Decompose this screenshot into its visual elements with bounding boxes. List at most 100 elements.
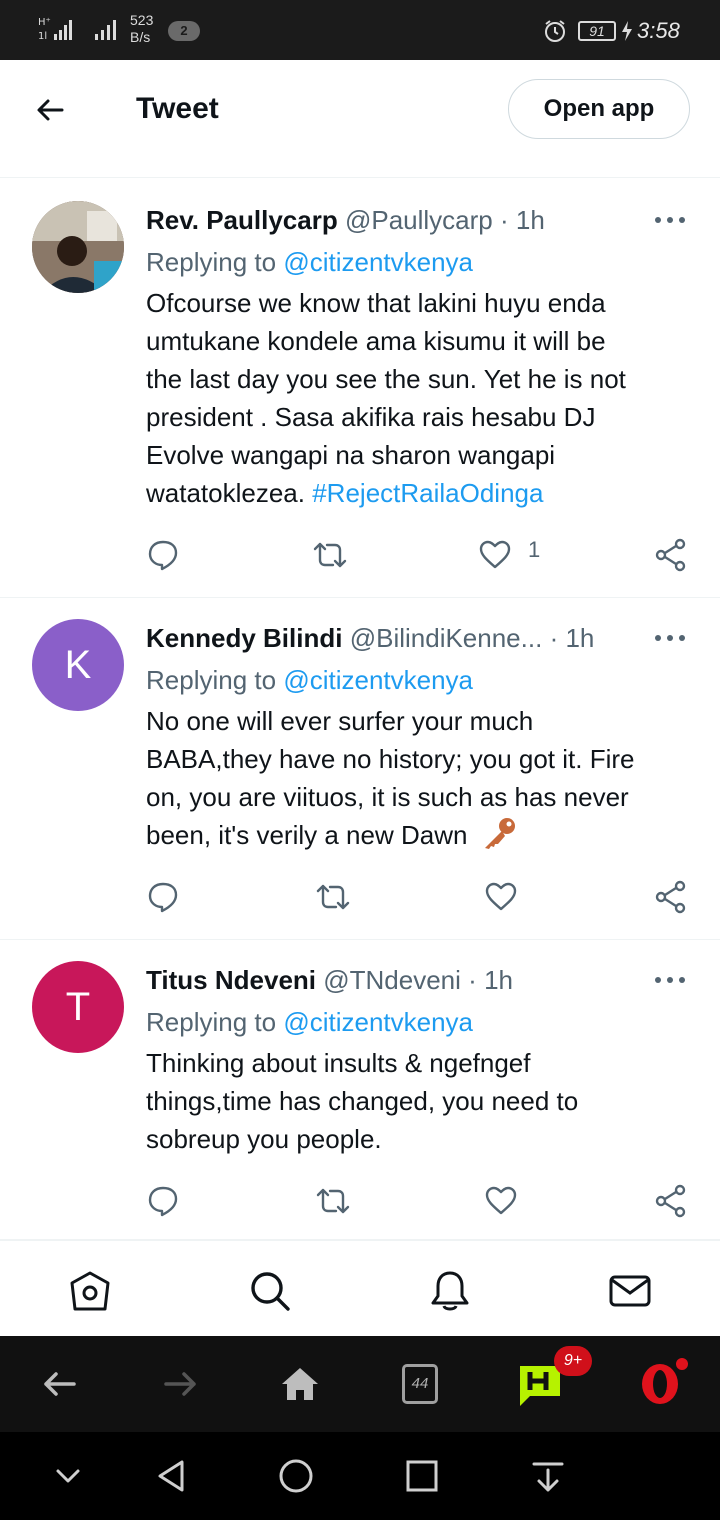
replying-to: Replying to @citizentvkenya (146, 664, 473, 696)
avatar[interactable] (32, 201, 124, 293)
mention-link[interactable]: @citizentvkenya (283, 247, 473, 277)
retweet-icon[interactable] (312, 535, 348, 575)
signal-icon (95, 20, 116, 40)
tweet-text: No one will ever surfer your much BABA,t… (146, 702, 691, 854)
tweet-time[interactable]: 1h (484, 965, 513, 995)
browser-toolbar (0, 1336, 720, 1432)
avatar[interactable]: K (32, 619, 124, 711)
messages-icon[interactable] (608, 1269, 652, 1313)
tweet-text-fragment: been, it's verily a new Dawn (146, 820, 468, 850)
share-icon[interactable] (654, 535, 688, 575)
tweet-text-line: No one will ever surfer your much (146, 706, 534, 736)
home-icon[interactable] (68, 1269, 112, 1313)
tweet-actions (0, 877, 720, 917)
key-emoji-icon (484, 818, 515, 849)
share-icon[interactable] (654, 1181, 688, 1221)
user-handle[interactable]: @BilindiKenne... (350, 623, 543, 653)
replying-prefix: Replying to (146, 665, 277, 695)
tweet-text: Thinking about insults & ngefngef things… (146, 1044, 691, 1158)
avatar-photo (32, 201, 124, 293)
network-speed-unit: B/s (130, 29, 151, 45)
nav-back-icon[interactable] (152, 1456, 192, 1496)
news-badge: 9+ (554, 1346, 592, 1376)
display-name[interactable]: Titus Ndeveni (146, 965, 316, 995)
retweet-icon[interactable] (315, 1181, 351, 1221)
network-speed: 523 B/s (130, 12, 153, 46)
share-icon[interactable] (654, 877, 688, 917)
browser-back-icon[interactable] (38, 1362, 82, 1406)
mention-link[interactable]: @citizentvkenya (283, 665, 473, 695)
replying-to: Replying to @citizentvkenya (146, 246, 473, 278)
tweet-text-line: Thinking about insults & ngefngef (146, 1048, 531, 1078)
notifications-icon[interactable] (428, 1269, 472, 1313)
browser-home-icon[interactable] (278, 1362, 322, 1406)
tweet[interactable]: T Titus Ndeveni @TNdeveni · 1h Replying … (0, 940, 720, 1240)
user-handle[interactable]: @TNdeveni (323, 965, 461, 995)
back-arrow-icon[interactable] (30, 90, 70, 130)
battery-level: 91 (578, 21, 616, 41)
system-navigation-bar (0, 1432, 720, 1520)
browser-forward-icon[interactable] (158, 1362, 202, 1406)
top-app-bar: Tweet Open app (0, 60, 720, 178)
like-icon[interactable] (484, 877, 518, 917)
mobile-signal-icon: H⁺ 1l (38, 17, 72, 42)
tweet-text-line: president . Sasa akifika rais hesabu DJ (146, 402, 596, 432)
notification-count-badge: 2 (168, 21, 200, 41)
tweet-text-line: watatoklezea. #RejectRailaOdinga (146, 474, 691, 512)
reply-icon[interactable] (146, 877, 180, 917)
tweet-time[interactable]: 1h (565, 623, 594, 653)
avatar[interactable]: T (32, 961, 124, 1053)
tweet-actions: 1 (0, 535, 720, 575)
tweet-text-line: things,time has changed, you need to (146, 1086, 579, 1116)
reply-icon[interactable] (146, 535, 180, 575)
avatar-initial: K (32, 619, 124, 711)
search-icon[interactable] (248, 1269, 292, 1313)
collapse-chevron-icon[interactable] (48, 1456, 88, 1496)
notification-pull-down-icon[interactable] (528, 1456, 568, 1496)
tweet-text-line: the last day you see the sun. Yet he is … (146, 364, 626, 394)
svg-text:H⁺: H⁺ (38, 17, 51, 28)
page-title: Tweet (136, 92, 219, 125)
mention-link[interactable]: @citizentvkenya (283, 1007, 473, 1037)
tweet-header: Kennedy Bilindi @BilindiKenne... · 1h (146, 622, 594, 654)
more-options-icon[interactable] (654, 633, 686, 643)
display-name[interactable]: Kennedy Bilindi (146, 623, 342, 653)
separator-dot: · (549, 623, 559, 653)
reply-icon[interactable] (146, 1181, 180, 1221)
nav-home-icon[interactable] (276, 1456, 316, 1496)
user-handle[interactable]: @Paullycarp (345, 205, 493, 235)
avatar-initial: T (32, 961, 124, 1053)
tweet[interactable]: K Kennedy Bilindi @BilindiKenne... · 1h … (0, 598, 720, 940)
more-options-icon[interactable] (654, 215, 686, 225)
open-app-button[interactable]: Open app (508, 79, 690, 139)
tweet-text-line: BABA,they have no history; you got it. F… (146, 744, 635, 774)
more-options-icon[interactable] (654, 975, 686, 985)
tweet-time[interactable]: 1h (516, 205, 545, 235)
like-count: 1 (528, 537, 541, 562)
bottom-tab-bar (0, 1240, 720, 1336)
like-icon[interactable] (478, 535, 512, 575)
svg-text:1l: 1l (38, 31, 47, 42)
tweet-text-line: Ofcourse we know that lakini huyu enda (146, 288, 606, 318)
display-name[interactable]: Rev. Paullycarp (146, 205, 338, 235)
clock: 3:58 (637, 18, 680, 43)
like-icon[interactable] (484, 1181, 518, 1221)
replying-to: Replying to @citizentvkenya (146, 1006, 473, 1038)
browser-tabs-count[interactable]: 44 (402, 1364, 438, 1404)
replying-prefix: Replying to (146, 247, 277, 277)
retweet-icon[interactable] (315, 877, 351, 917)
charging-icon (622, 21, 632, 41)
tweet-text-line: been, it's verily a new Dawn (146, 816, 691, 854)
tweet-text-line: sobreup you people. (146, 1124, 382, 1154)
tweet-header: Rev. Paullycarp @Paullycarp · 1h (146, 204, 545, 236)
hashtag-link[interactable]: #RejectRailaOdinga (312, 478, 543, 508)
status-bar: H⁺ 1l 523 B/s 2 91 3:58 (0, 0, 720, 60)
nav-recents-icon[interactable] (402, 1456, 442, 1496)
tweet-text-line: umtukane kondele ama kisumu it will be (146, 326, 606, 356)
tweet-header: Titus Ndeveni @TNdeveni · 1h (146, 964, 513, 996)
tweet[interactable]: Rev. Paullycarp @Paullycarp · 1h Replyin… (0, 178, 720, 598)
network-speed-value: 523 (130, 12, 154, 28)
opera-menu-icon[interactable] (638, 1354, 692, 1408)
separator-dot: · (468, 965, 477, 995)
screen: H⁺ 1l 523 B/s 2 91 3:58 Tweet Open app R… (0, 0, 720, 1520)
